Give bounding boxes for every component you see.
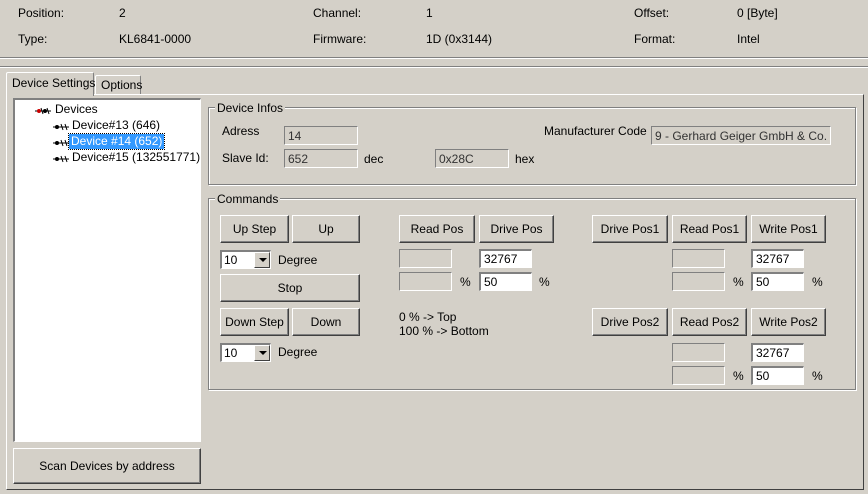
down-step-select-value: 10 (224, 346, 238, 360)
down-step-button[interactable]: Down Step (220, 308, 289, 336)
slave-id-field[interactable]: 652 (284, 149, 358, 168)
channel-value: 1 (426, 6, 433, 20)
tree-item-device-14[interactable]: Device #14 (652) (67, 133, 166, 150)
percent-label: % (539, 275, 550, 289)
write-pos1-pct-input[interactable]: 50 (751, 272, 804, 291)
hex-label: hex (515, 152, 535, 166)
format-label: Format: (634, 32, 676, 46)
drive-pos2-button[interactable]: Drive Pos2 (592, 308, 668, 336)
header-divider-highlight (0, 58, 868, 59)
up-button[interactable]: Up (292, 215, 360, 243)
device-infos-group (208, 107, 856, 185)
device-tree[interactable]: Devices Device#13 (646) Device #14 (652)… (13, 98, 201, 442)
write-pos1-raw-input[interactable]: 32767 (751, 249, 804, 268)
tab-label: Device Settings (12, 76, 96, 90)
tree-item-device-13[interactable]: Device#13 (646) (70, 118, 162, 133)
commands-title: Commands (215, 192, 281, 206)
down-step-select[interactable]: 10 (220, 343, 271, 362)
scan-devices-button[interactable]: Scan Devices by address (13, 448, 201, 484)
percent-label: % (812, 275, 823, 289)
tree-root-devices[interactable]: Devices (53, 102, 100, 117)
manufacturer-code-field[interactable]: 9 - Gerhard Geiger GmbH & Co. KG (651, 126, 831, 145)
network-icon (35, 107, 51, 115)
degree-label: Degree (278, 253, 318, 267)
adress-field[interactable]: 14 (284, 126, 358, 145)
read-pos1-pct-field[interactable] (672, 272, 725, 291)
device-infos-title: Device Infos (215, 101, 286, 115)
dec-label: dec (364, 152, 384, 166)
tab-device-settings[interactable]: Device Settings (6, 72, 96, 96)
percent-label: % (460, 275, 471, 289)
write-pos2-raw-input[interactable]: 32767 (751, 343, 804, 362)
read-pos-raw-field[interactable] (399, 249, 452, 268)
read-pos-pct-field[interactable] (399, 272, 452, 291)
hint-bottom: 100 % -> Bottom (399, 324, 489, 338)
read-pos1-button[interactable]: Read Pos1 (672, 215, 747, 243)
position-label: Position: (18, 6, 65, 20)
stop-button[interactable]: Stop (220, 274, 360, 302)
up-step-select[interactable]: 10 (220, 250, 271, 269)
read-pos2-raw-field[interactable] (672, 343, 725, 362)
drive-pos-raw-input[interactable]: 32767 (479, 249, 532, 268)
firmware-value: 1D (0x3144) (426, 32, 493, 46)
manufacturer-code-label: Manufacturer Code (544, 124, 647, 138)
section-divider-highlight (0, 67, 868, 68)
device-icon (53, 155, 69, 163)
slave-id-label: Slave Id: (222, 151, 269, 165)
chevron-down-icon[interactable] (254, 252, 270, 268)
write-pos1-button[interactable]: Write Pos1 (751, 215, 826, 243)
percent-label: % (733, 369, 744, 383)
tab-options[interactable]: Options (95, 75, 143, 94)
type-value: KL6841-0000 (119, 32, 192, 46)
read-pos2-pct-field[interactable] (672, 366, 725, 385)
firmware-label: Firmware: (313, 32, 367, 46)
hex-field[interactable]: 0x28C (435, 149, 509, 168)
channel-label: Channel: (313, 6, 362, 20)
up-step-select-value: 10 (224, 253, 238, 267)
tree-item-device-15[interactable]: Device#15 (132551771) (70, 150, 202, 165)
chevron-down-icon[interactable] (254, 345, 270, 361)
down-button[interactable]: Down (292, 308, 360, 336)
write-pos2-pct-input[interactable]: 50 (751, 366, 804, 385)
write-pos2-button[interactable]: Write Pos2 (751, 308, 826, 336)
offset-label: Offset: (634, 6, 670, 20)
read-pos-button[interactable]: Read Pos (399, 215, 475, 243)
hint-top: 0 % -> Top (399, 310, 457, 324)
read-pos2-button[interactable]: Read Pos2 (672, 308, 747, 336)
type-label: Type: (18, 32, 48, 46)
drive-pos-button[interactable]: Drive Pos (479, 215, 554, 243)
format-value: Intel (737, 32, 760, 46)
tab-label: Options (101, 78, 143, 92)
drive-pos-pct-input[interactable]: 50 (479, 272, 532, 291)
device-icon (53, 123, 69, 131)
device-icon (53, 139, 69, 147)
degree-label: Degree (278, 345, 318, 359)
percent-label: % (733, 275, 744, 289)
up-step-button[interactable]: Up Step (220, 215, 289, 243)
offset-value: 0 [Byte] (737, 6, 778, 20)
position-value: 2 (119, 6, 126, 20)
drive-pos1-button[interactable]: Drive Pos1 (592, 215, 668, 243)
percent-label: % (812, 369, 823, 383)
read-pos1-raw-field[interactable] (672, 249, 725, 268)
adress-label: Adress (222, 124, 260, 138)
